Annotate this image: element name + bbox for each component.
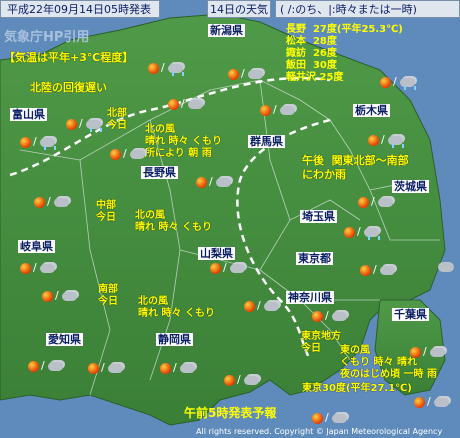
sun-cloud-icon: /: [110, 147, 146, 162]
sun-cloud-icon: /: [312, 309, 348, 324]
pref-tochigi: 栃木県: [353, 104, 390, 117]
sun-cloud-icon: /: [312, 411, 348, 426]
sun-cloud-icon: /: [244, 299, 280, 314]
nanbu-forecast: 北の風 晴れ 時々 くもり: [138, 296, 215, 319]
copyright: All rights reserved. Copyright © Japan M…: [196, 427, 443, 436]
symbol-legend: ( /:のち、|:時々または一時): [275, 0, 460, 18]
pref-chiba: 千葉県: [392, 308, 429, 321]
sun-cloud-icon: /: [28, 359, 64, 374]
pref-toyama: 富山県: [10, 108, 47, 121]
nanbu-label: 南部 今日: [98, 284, 118, 307]
pref-gunma: 群馬県: [248, 135, 285, 148]
tokyo-temperature: 東京30度(平年27.1℃): [302, 383, 412, 394]
pref-niigata: 新潟県: [208, 24, 245, 37]
pref-tokyo: 東京都: [296, 252, 333, 265]
issued-time: 平成22年09月14日05時発表: [0, 0, 160, 18]
forecast-footer: 午前5時発表予報: [184, 406, 277, 420]
forecast-day: 14日の天気: [207, 0, 271, 18]
sun-cloud-icon: /: [34, 195, 70, 210]
pref-nagano: 長野県: [141, 166, 178, 179]
sun-cloud-icon: /: [168, 97, 204, 112]
sun-cloud-icon: /: [260, 103, 296, 118]
cloud-icon: [438, 262, 454, 272]
sun-cloud-icon: /: [224, 373, 260, 388]
tokyo-area-label: 東京地方 今日: [301, 331, 341, 354]
sun-cloud-rain-icon: /: [148, 61, 184, 76]
sun-cloud-icon: /: [42, 289, 78, 304]
pref-kanagawa: 神奈川県: [286, 291, 334, 304]
temperature-note: 【気温は平年+3℃程度】: [4, 51, 134, 64]
sun-cloud-icon: /: [196, 175, 232, 190]
chubu-label: 中部 今日: [96, 200, 116, 223]
chubu-forecast: 北の風 晴れ 時々 くもり: [135, 210, 212, 233]
sun-cloud-icon: /: [358, 195, 394, 210]
pref-gifu: 岐阜県: [18, 240, 55, 253]
pref-yamanashi: 山梨県: [198, 247, 235, 260]
sun-cloud-rain-icon: /: [368, 133, 404, 148]
sun-cloud-icon: /: [160, 361, 196, 376]
nagano-city-temperatures: 長野 27度(平年25.3℃) 松本 28度 諏訪 26度 飯田 30度 軽井沢…: [286, 24, 403, 83]
hokuriku-note: 北陸の回復遅い: [30, 81, 107, 94]
sun-cloud-rain-icon: /: [20, 135, 56, 150]
pref-shizuoka: 静岡県: [156, 333, 193, 346]
source-watermark: 気象庁HP引用: [4, 30, 90, 45]
afternoon-note: 午後 関東北部～南部 にわか雨: [302, 154, 409, 181]
weather-map: 平成22年09月14日05時発表 14日の天気 ( /:のち、|:時々または一時…: [0, 0, 460, 438]
hokubu-label: 北部 今日: [107, 108, 127, 131]
sun-cloud-icon: /: [20, 261, 56, 276]
sun-cloud-icon: /: [88, 361, 124, 376]
pref-saitama: 埼玉県: [300, 210, 337, 223]
hokubu-forecast: 北の風 晴れ 時々 くもり 所により 朝 雨: [145, 124, 222, 159]
sun-cloud-rain-icon: /: [380, 75, 416, 90]
sun-cloud-icon: /: [414, 395, 450, 410]
pref-aichi: 愛知県: [46, 333, 83, 346]
sun-cloud-rain-icon: /: [344, 225, 380, 240]
sun-cloud-icon: /: [360, 263, 396, 278]
sun-cloud-rain-icon: /: [66, 117, 102, 132]
sun-cloud-icon: /: [210, 261, 246, 276]
sun-cloud-icon: /: [228, 67, 264, 82]
sun-cloud-icon: /: [410, 345, 446, 360]
